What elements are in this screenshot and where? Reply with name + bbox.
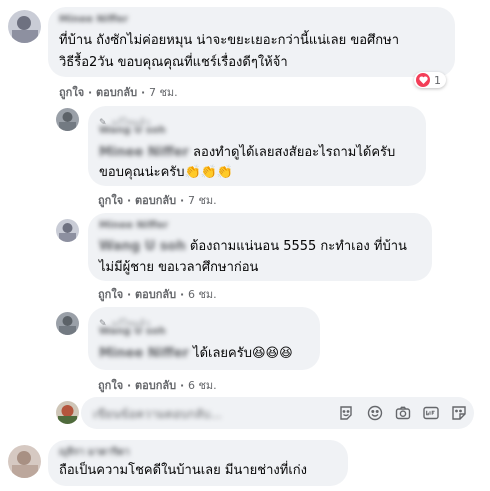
- comment-actions: ถูกใจ · ตอบกลับ · 7 ชม.: [59, 86, 178, 99]
- timestamp[interactable]: 7 ชม.: [149, 86, 178, 99]
- comment-author[interactable]: ญุจิรา มาดาริดา: [59, 445, 130, 460]
- comment-bubble: ญุจิรา มาดาริดา ถือเป็นความโชคดีในบ้านเล…: [48, 440, 348, 486]
- reply-text-line: Wang U soh ต้องถามแน่นอน 5555 กะทำเอง ที…: [99, 239, 407, 254]
- tagged-user[interactable]: Minee Niffer: [99, 346, 189, 361]
- comment-text-line: วิธีรื้อ2วัน ขอบคุณคุณที่แชร์เรื่องดีๆให…: [59, 55, 288, 70]
- reply-bubble: ✎ แก้ไขแล้ว Wang U soh Minee Niffer ลองท…: [88, 106, 426, 186]
- timestamp[interactable]: 6 ชม.: [188, 288, 217, 301]
- reply-author[interactable]: Minee Niffer: [99, 220, 168, 231]
- reply-bubble: ✎ แก้ไขแล้ว Wang U soh Minee Niffer ได้เ…: [88, 307, 320, 370]
- timestamp[interactable]: 7 ชม.: [188, 194, 217, 207]
- laughing-emoji: 😆😆😆: [252, 346, 293, 361]
- emoji-icon[interactable]: [367, 405, 383, 421]
- reply-button[interactable]: ตอบกลับ: [135, 379, 176, 392]
- reply-actions: ถูกใจ · ตอบกลับ · 6 ชม.: [98, 379, 217, 392]
- current-user-avatar: [56, 401, 79, 424]
- reply-author[interactable]: Wang U soh: [99, 326, 166, 337]
- timestamp[interactable]: 6 ชม.: [188, 379, 217, 392]
- like-button[interactable]: ถูกใจ: [98, 288, 123, 301]
- avatar[interactable]: [56, 312, 79, 335]
- tagged-user[interactable]: Wang U soh: [99, 239, 186, 254]
- reply-button[interactable]: ตอบกลับ: [135, 194, 176, 207]
- reply-text-line: Minee Niffer ได้เลยครับ😆😆😆: [99, 343, 293, 365]
- like-button[interactable]: ถูกใจ: [98, 194, 123, 207]
- sticker-icon[interactable]: [451, 405, 467, 421]
- reply-button[interactable]: ตอบกลับ: [135, 288, 176, 301]
- comment-author[interactable]: Minee Niffer: [59, 14, 128, 25]
- gif-icon[interactable]: [423, 405, 439, 421]
- sticker-face-icon[interactable]: [338, 405, 354, 421]
- reply-button[interactable]: ตอบกลับ: [96, 86, 137, 99]
- reply-author[interactable]: Wang U soh: [99, 125, 166, 136]
- camera-icon[interactable]: [395, 405, 411, 421]
- reply-input[interactable]: เขียนข้อความตอบกลับ...: [81, 397, 474, 429]
- avatar[interactable]: [56, 219, 79, 242]
- avatar[interactable]: [8, 445, 41, 478]
- avatar[interactable]: [56, 108, 79, 131]
- comment-bubble: Minee Niffer ที่บ้าน ถังซักไม่ค่อยหมุน น…: [48, 7, 455, 77]
- reply-input-placeholder: เขียนข้อความตอบกลับ...: [93, 407, 222, 421]
- comment-text-line: ถือเป็นความโชคดีในบ้านเลย มีนายช่างที่เก…: [59, 463, 307, 478]
- reply-bubble: Minee Niffer Wang U soh ต้องถามแน่นอน 55…: [88, 213, 432, 281]
- clapping-emoji: 👏👏👏: [184, 165, 234, 180]
- reaction-summary[interactable]: 1: [414, 72, 446, 88]
- reaction-count: 1: [434, 73, 441, 87]
- like-button[interactable]: ถูกใจ: [98, 379, 123, 392]
- comment-text-line: ที่บ้าน ถังซักไม่ค่อยหมุน น่าจะขยะเยอะกว…: [59, 33, 400, 48]
- reply-text-line: ขอบคุณน่ะครับ👏👏👏: [99, 162, 233, 184]
- heart-icon: [416, 73, 430, 87]
- tagged-user[interactable]: Minee Niffer: [99, 145, 189, 160]
- reply-text-line: ไม่มีผู้ชาย ขอเวลาศึกษาก่อน: [99, 260, 259, 275]
- like-button[interactable]: ถูกใจ: [59, 86, 84, 99]
- avatar[interactable]: [8, 10, 41, 43]
- reply-actions: ถูกใจ · ตอบกลับ · 7 ชม.: [98, 194, 217, 207]
- reply-text-line: Minee Niffer ลองทำดูได้เลยสงสัยอะไรถามได…: [99, 145, 396, 160]
- reply-actions: ถูกใจ · ตอบกลับ · 6 ชม.: [98, 288, 217, 301]
